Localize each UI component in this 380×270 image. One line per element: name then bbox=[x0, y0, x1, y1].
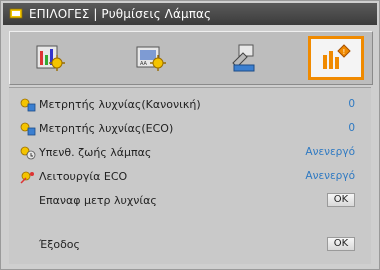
tab-options[interactable]: ! bbox=[308, 36, 364, 80]
row-label: Υπενθ. ζωής λάμπας bbox=[39, 146, 152, 159]
tab-display[interactable]: AA bbox=[122, 36, 178, 80]
display-settings-icon: AA bbox=[136, 46, 166, 71]
lamp-reset-ok-button[interactable]: OK bbox=[327, 193, 355, 207]
row-lamp-reset[interactable]: Επαναφ μετρ λυχνίας OK bbox=[15, 192, 365, 210]
settings-panel: Μετρητής λυχνίας(Κανονική) 0 Μετρητής λυ… bbox=[9, 87, 371, 264]
row-exit[interactable]: Έξοδος OK bbox=[15, 236, 365, 254]
tab-image[interactable] bbox=[22, 36, 78, 80]
row-label: Μετρητής λυχνίας(Κανονική) bbox=[39, 98, 201, 111]
lamp-reminder-icon bbox=[20, 146, 36, 160]
title-bar: ΕΠΙΛΟΓΕΣ | Ρυθμίσεις Λάμπας bbox=[3, 3, 377, 25]
row-value: 0 bbox=[348, 98, 355, 110]
row-lamp-hours-normal[interactable]: Μετρητής λυχνίας(Κανονική) 0 bbox=[15, 96, 365, 114]
svg-text:!: ! bbox=[343, 48, 346, 56]
row-value: Ανενεργό bbox=[305, 146, 355, 158]
tab-setup[interactable] bbox=[216, 36, 272, 80]
row-label: Μετρητής λυχνίας(ECO) bbox=[39, 122, 174, 135]
row-label: Επαναφ μετρ λυχνίας bbox=[39, 194, 157, 207]
lamp-settings-osd: ΕΠΙΛΟΓΕΣ | Ρυθμίσεις Λάμπας AA ! Μετρητή… bbox=[0, 0, 380, 270]
lamp-hours-eco-icon bbox=[20, 122, 36, 136]
row-lamp-hours-eco[interactable]: Μετρητής λυχνίας(ECO) 0 bbox=[15, 120, 365, 138]
tab-bar: AA ! bbox=[9, 31, 373, 85]
options-icon: ! bbox=[323, 44, 351, 69]
image-settings-icon bbox=[36, 45, 65, 71]
window-title: ΕΠΙΛΟΓΕΣ | Ρυθμίσεις Λάμπας bbox=[29, 7, 212, 21]
lamp-hours-normal-icon bbox=[20, 98, 36, 112]
row-value: 0 bbox=[348, 122, 355, 134]
row-lamp-reminder[interactable]: Υπενθ. ζωής λάμπας Ανενεργό bbox=[15, 144, 365, 162]
exit-ok-button[interactable]: OK bbox=[327, 237, 355, 251]
row-eco-mode[interactable]: Λειτουργία ECO Ανενεργό bbox=[15, 168, 365, 186]
menu-options-icon bbox=[9, 8, 23, 19]
row-label: Έξοδος bbox=[39, 238, 80, 251]
eco-mode-icon bbox=[20, 171, 34, 184]
row-label: Λειτουργία ECO bbox=[39, 170, 128, 183]
svg-text:AA: AA bbox=[140, 61, 148, 67]
setup-icon bbox=[232, 44, 255, 72]
row-value: Ανενεργό bbox=[305, 170, 355, 182]
